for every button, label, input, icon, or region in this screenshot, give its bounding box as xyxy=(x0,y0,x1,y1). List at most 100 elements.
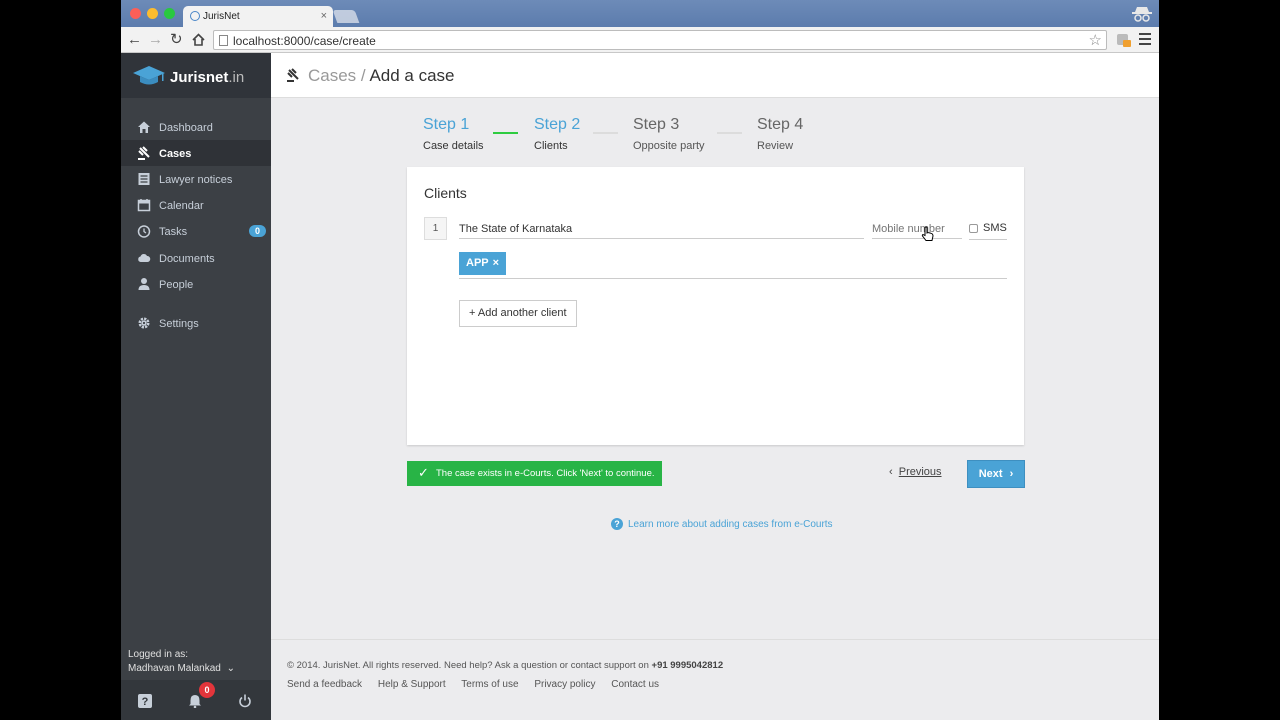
step-connector xyxy=(593,132,618,134)
step-subtitle: Opposite party xyxy=(633,140,705,152)
checkbox-box[interactable] xyxy=(969,223,978,233)
step-2[interactable]: Step 2 Clients xyxy=(534,116,580,152)
browser-menu-icon[interactable] xyxy=(1139,33,1151,48)
favicon-icon xyxy=(190,11,200,21)
add-another-client-button[interactable]: + Add another client xyxy=(459,300,577,327)
client-tags-input[interactable]: APP × xyxy=(459,252,1007,279)
page-footer: © 2014. JurisNet. All rights reserved. N… xyxy=(271,639,1159,720)
divider xyxy=(969,239,1007,240)
page-icon xyxy=(219,35,228,46)
reload-icon[interactable]: ↻ xyxy=(170,31,183,49)
next-button[interactable]: Next › xyxy=(967,460,1025,488)
chevron-right-icon: › xyxy=(1009,468,1014,480)
brand[interactable]: Jurisnet.in xyxy=(121,53,271,98)
power-icon[interactable] xyxy=(238,694,252,708)
tab-bar: JurisNet × xyxy=(121,0,1159,27)
sidebar-item-documents[interactable]: Documents xyxy=(121,245,271,271)
sidebar-item-people[interactable]: People xyxy=(121,271,271,297)
chevron-left-icon: ‹ xyxy=(889,466,893,478)
sidebar-item-tasks[interactable]: Tasks 0 xyxy=(121,218,271,244)
mobile-number-input[interactable] xyxy=(872,217,962,239)
step-3: Step 3 Opposite party xyxy=(633,116,705,152)
breadcrumb-separator: / xyxy=(360,66,366,85)
home-icon[interactable] xyxy=(192,33,205,46)
gear-icon xyxy=(138,317,150,329)
calendar-icon xyxy=(137,199,151,212)
browser-toolbar: ← → ↻ localhost:8000/case/create ☆ xyxy=(121,27,1159,53)
tag-label: APP xyxy=(466,257,489,269)
gavel-icon xyxy=(138,146,150,160)
client-row-number: 1 xyxy=(424,217,447,240)
clients-card: Clients 1 SMS APP × + Add another client xyxy=(407,167,1024,445)
sidebar-item-settings[interactable]: Settings xyxy=(121,310,271,336)
support-phone: +91 9995042812 xyxy=(651,660,724,671)
footer-link-feedback[interactable]: Send a feedback xyxy=(287,679,362,690)
footer-link-help[interactable]: Help & Support xyxy=(378,679,446,690)
minimize-window-button[interactable] xyxy=(147,8,158,19)
sidebar-item-label: Settings xyxy=(159,318,199,330)
forward-icon[interactable]: → xyxy=(148,31,163,49)
step-connector xyxy=(717,132,742,134)
breadcrumb-cases-link[interactable]: Cases xyxy=(308,66,356,85)
back-icon[interactable]: ← xyxy=(127,31,142,49)
footer-link-privacy[interactable]: Privacy policy xyxy=(534,679,595,690)
maximize-window-button[interactable] xyxy=(164,8,175,19)
extension-icon[interactable] xyxy=(1116,32,1132,48)
hand-cursor-icon xyxy=(921,226,934,241)
help-link-label: Learn more about adding cases from e-Cou… xyxy=(628,519,833,530)
home-icon xyxy=(138,121,150,133)
previous-label: Previous xyxy=(898,466,942,478)
step-title: Step 3 xyxy=(633,116,680,133)
sidebar-item-label: Calendar xyxy=(159,200,204,212)
new-tab-button[interactable] xyxy=(332,10,360,23)
close-tab-icon[interactable]: × xyxy=(321,10,327,22)
footer-link-contact[interactable]: Contact us xyxy=(611,679,659,690)
sms-label: SMS xyxy=(983,222,1007,234)
alert-message: The case exists in e-Courts. Click 'Next… xyxy=(436,468,655,479)
footer-links: Send a feedback Help & Support Terms of … xyxy=(287,679,672,690)
bell-icon[interactable] xyxy=(188,694,202,708)
help-link[interactable]: ? Learn more about adding cases from e-Co… xyxy=(611,518,833,530)
step-subtitle: Case details xyxy=(423,140,484,152)
next-label: Next xyxy=(978,468,1003,480)
sidebar-item-label: Lawyer notices xyxy=(159,174,233,186)
address-bar[interactable]: localhost:8000/case/create ☆ xyxy=(213,30,1107,50)
question-icon: ? xyxy=(611,518,623,530)
sidebar-item-label: Tasks xyxy=(159,226,188,238)
copyright-label: © 2014. JurisNet. All rights reserved. N… xyxy=(287,660,649,671)
step-4: Step 4 Review xyxy=(757,116,803,152)
graduation-cap-logo xyxy=(133,66,165,85)
bookmark-star-icon[interactable]: ☆ xyxy=(1089,31,1102,49)
help-icon[interactable]: ? xyxy=(138,694,152,708)
main-content: Cases / Add a case Step 1 Case details S… xyxy=(271,53,1159,720)
sidebar-item-dashboard[interactable]: Dashboard xyxy=(121,114,271,140)
chevron-down-icon: ⌄ xyxy=(226,663,236,674)
step-1[interactable]: Step 1 Case details xyxy=(423,116,484,152)
footer-link-terms[interactable]: Terms of use xyxy=(461,679,518,690)
cloud-icon xyxy=(138,254,151,262)
step-title: Step 1 xyxy=(423,116,470,133)
sidebar-footer: ? 0 xyxy=(121,680,271,720)
browser-window: JurisNet × ← → ↻ localhost:8000/case/cre… xyxy=(121,0,1159,720)
url-text: localhost:8000/case/create xyxy=(233,34,376,48)
tasks-count-badge: 0 xyxy=(248,225,266,237)
brand-suffix: .in xyxy=(228,69,245,86)
sms-checkbox[interactable]: SMS xyxy=(969,222,1007,234)
step-subtitle: Review xyxy=(757,140,794,152)
sidebar-item-lawyer-notices[interactable]: Lawyer notices xyxy=(121,166,271,192)
sidebar-item-label: Dashboard xyxy=(159,122,213,134)
gavel-icon xyxy=(287,68,299,82)
client-tag-app[interactable]: APP × xyxy=(459,252,507,275)
sidebar-item-cases[interactable]: Cases xyxy=(121,140,271,166)
close-window-button[interactable] xyxy=(130,8,141,19)
ecourts-success-alert: ✓ The case exists in e-Courts. Click 'Ne… xyxy=(407,461,662,486)
previous-button[interactable]: ‹ Previous xyxy=(889,466,942,478)
sidebar-item-calendar[interactable]: Calendar xyxy=(121,192,271,218)
remove-tag-icon[interactable]: × xyxy=(493,257,499,269)
step-connector-complete xyxy=(493,132,518,134)
clock-icon xyxy=(137,225,151,238)
client-name-input[interactable] xyxy=(459,217,864,239)
person-icon xyxy=(138,278,150,290)
browser-tab[interactable]: JurisNet × xyxy=(183,6,333,27)
user-menu[interactable]: Madhavan Malankad ⌄ xyxy=(128,662,235,676)
